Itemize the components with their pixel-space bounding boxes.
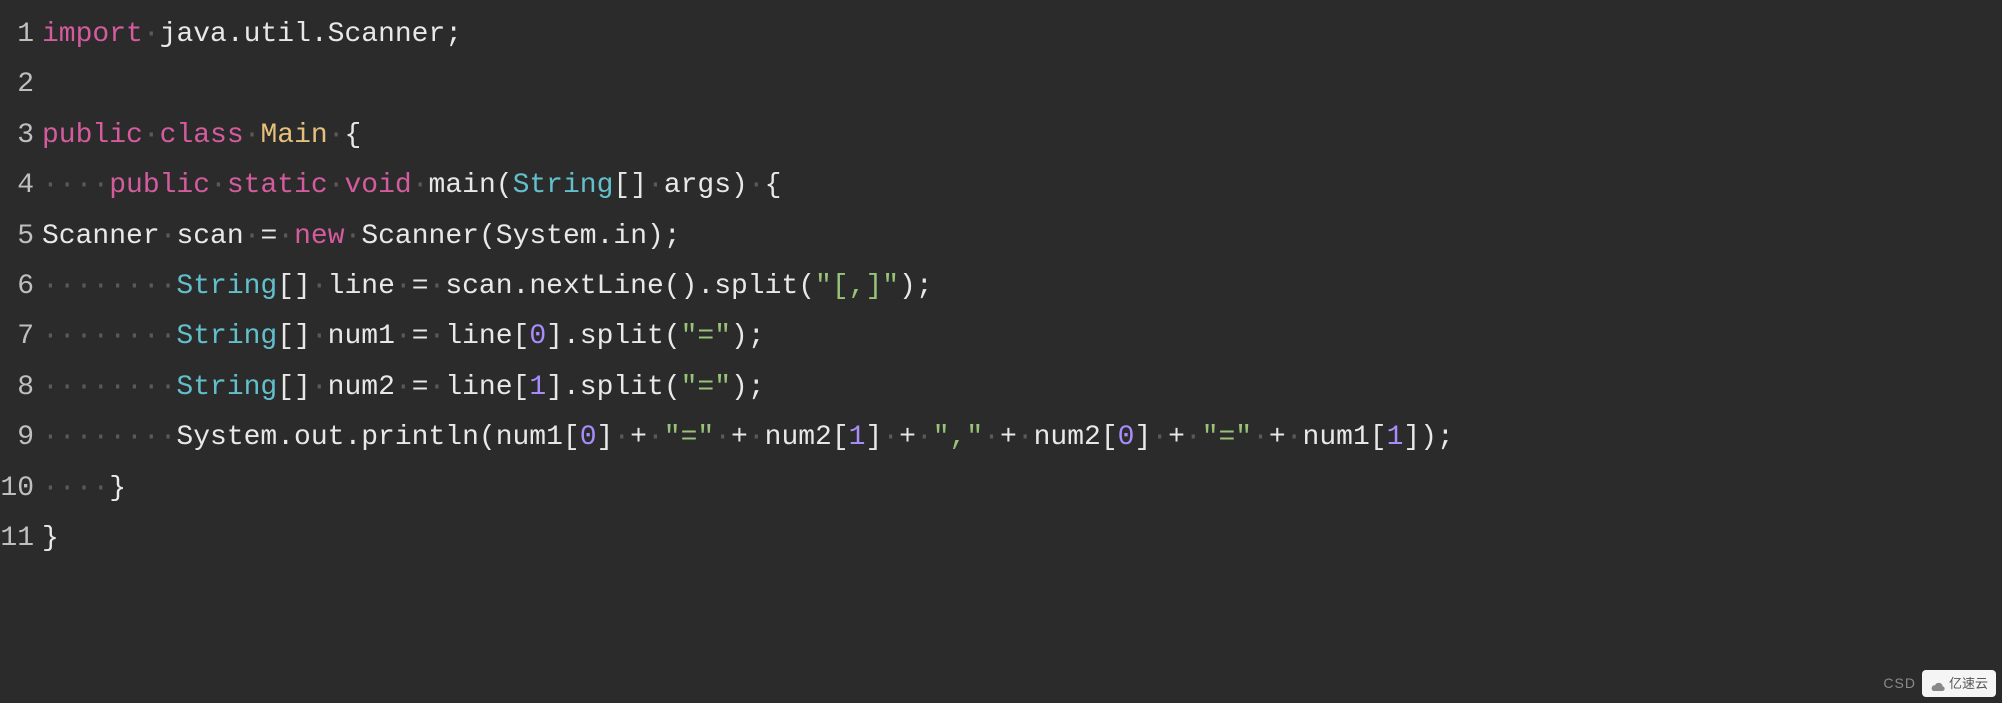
code-content: ········String[]·num2·=·line[1].split("=…: [42, 363, 765, 413]
code-content: ········System.out.println(num1[0]·+·"="…: [42, 413, 1454, 463]
code-content: import·java.util.Scanner;: [42, 10, 462, 60]
line-number: 9: [0, 413, 42, 463]
code-line: 1 import·java.util.Scanner;: [0, 10, 2002, 60]
code-content: ········String[]·num1·=·line[0].split("=…: [42, 312, 765, 362]
code-line: 4 ····public·static·void·main(String[]·a…: [0, 161, 2002, 211]
code-content: ····}: [42, 464, 126, 514]
code-content: public·class·Main·{: [42, 111, 361, 161]
code-line: 7 ········String[]·num1·=·line[0].split(…: [0, 312, 2002, 362]
cloud-icon: [1930, 677, 1946, 689]
line-number: 7: [0, 312, 42, 362]
code-line: 10 ····}: [0, 464, 2002, 514]
line-number: 2: [0, 60, 42, 110]
line-number: 1: [0, 10, 42, 60]
line-number: 10: [0, 464, 42, 514]
line-number: 6: [0, 262, 42, 312]
code-content: Scanner·scan·=·new·Scanner(System.in);: [42, 212, 681, 262]
line-number: 8: [0, 363, 42, 413]
line-number: 4: [0, 161, 42, 211]
code-line: 9 ········System.out.println(num1[0]·+·"…: [0, 413, 2002, 463]
code-line: 8 ········String[]·num2·=·line[1].split(…: [0, 363, 2002, 413]
watermark-badge-text: 亿速云: [1949, 672, 1988, 695]
line-number: 11: [0, 514, 42, 564]
code-line: 6 ········String[]·line·=·scan.nextLine(…: [0, 262, 2002, 312]
line-number: 5: [0, 212, 42, 262]
code-line: 11 }: [0, 514, 2002, 564]
code-content: }: [42, 514, 59, 564]
watermark: CSD 亿速云: [1883, 670, 1996, 697]
code-content: ····public·static·void·main(String[]·arg…: [42, 161, 781, 211]
code-line: 5 Scanner·scan·=·new·Scanner(System.in);: [0, 212, 2002, 262]
code-line: 2: [0, 60, 2002, 110]
code-line: 3 public·class·Main·{: [0, 111, 2002, 161]
code-content: ········String[]·line·=·scan.nextLine().…: [42, 262, 933, 312]
watermark-text: CSD: [1883, 671, 1916, 696]
watermark-badge: 亿速云: [1922, 670, 1996, 697]
line-number: 3: [0, 111, 42, 161]
code-editor: 1 import·java.util.Scanner; 2 3 public·c…: [0, 10, 2002, 564]
